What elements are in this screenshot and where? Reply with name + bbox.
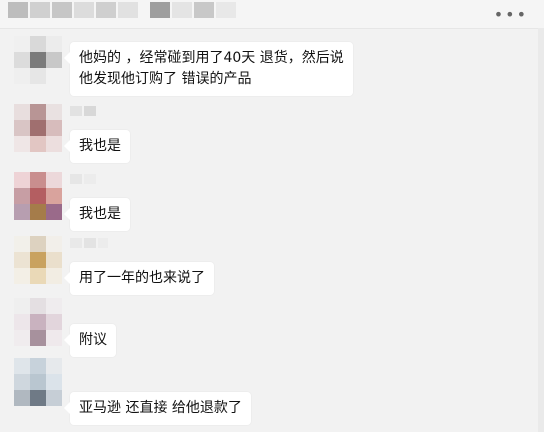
chat-header: ••• bbox=[0, 0, 544, 29]
chat-title-blurred bbox=[8, 2, 236, 18]
more-options-icon[interactable]: ••• bbox=[494, 7, 528, 23]
message-bubble[interactable]: 他妈的 ，经常碰到用了40天 退货，然后说 他发现他订购了 错误的产品 bbox=[64, 42, 353, 96]
message-bubble[interactable]: 我也是 bbox=[64, 198, 130, 231]
message-bubble[interactable]: 我也是 bbox=[64, 130, 130, 163]
avatar[interactable] bbox=[14, 104, 62, 152]
avatar[interactable] bbox=[14, 172, 62, 220]
avatar[interactable] bbox=[14, 298, 62, 346]
message-bubble[interactable]: 附议 bbox=[64, 324, 116, 357]
message-bubble[interactable]: 亚马逊 还直接 给他退款了 bbox=[64, 392, 251, 425]
avatar[interactable] bbox=[14, 358, 62, 406]
sender-name-blurred bbox=[70, 106, 96, 116]
sender-name-blurred bbox=[70, 238, 108, 248]
avatar[interactable] bbox=[14, 36, 62, 84]
message-bubble[interactable]: 用了一年的也来说了 bbox=[64, 262, 214, 295]
sender-name-blurred bbox=[70, 174, 96, 184]
avatar[interactable] bbox=[14, 236, 62, 284]
scrollbar[interactable] bbox=[538, 28, 544, 432]
